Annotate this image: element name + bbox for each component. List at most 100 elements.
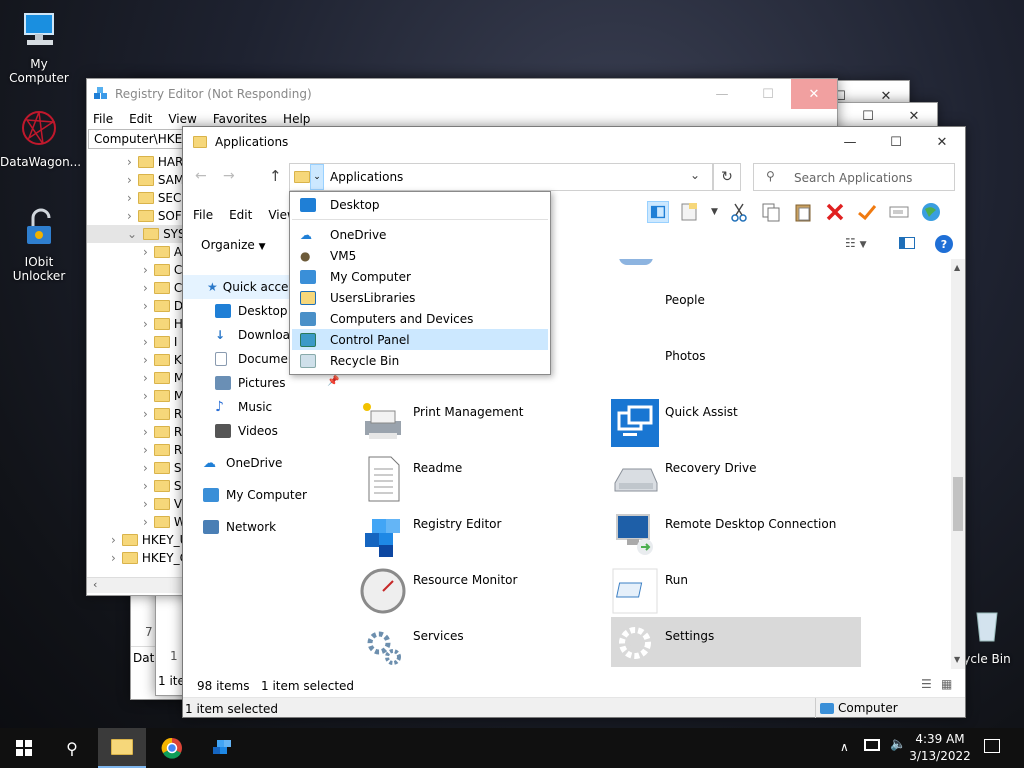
nav-item-music[interactable]: ♪ Music bbox=[183, 395, 359, 419]
search-box[interactable]: ⚲ Search Applications bbox=[753, 163, 955, 191]
desktop-icon-iobit-unlocker[interactable]: IObit Unlocker bbox=[0, 208, 78, 283]
nav-item-onedrive[interactable]: ☁ OneDrive bbox=[183, 451, 359, 475]
chevron-up-icon[interactable]: ∧ bbox=[840, 740, 849, 754]
change-view-icon[interactable]: ☷ ▼ bbox=[845, 236, 867, 250]
address-dropdown-menu[interactable]: Desktop ☁ OneDrive ● VM5 My Computer Users… bbox=[289, 191, 551, 375]
address-dropdown-button[interactable]: ⌄ bbox=[310, 164, 324, 190]
copy-icon[interactable] bbox=[760, 201, 782, 223]
address-bar[interactable]: ⌄ Applications ⌄ bbox=[289, 163, 713, 191]
menu-edit[interactable]: Edit bbox=[221, 208, 260, 222]
checkmark-icon[interactable] bbox=[856, 201, 878, 223]
chevron-left-icon[interactable]: ‹ bbox=[93, 578, 97, 591]
nav-item-my-computer[interactable]: My Computer bbox=[183, 483, 359, 507]
start-button[interactable] bbox=[0, 728, 48, 768]
dropdown-item-recycle-bin[interactable]: Recycle Bin bbox=[292, 350, 548, 371]
organize-button[interactable]: Organize ▼ bbox=[201, 238, 266, 252]
pin-icon[interactable]: 📌 bbox=[327, 376, 339, 387]
tree-node[interactable]: › C bbox=[87, 261, 183, 279]
cut-icon[interactable] bbox=[728, 201, 750, 223]
details-view-icon[interactable]: ☰ bbox=[921, 677, 932, 691]
item-services[interactable]: Services bbox=[359, 623, 609, 667]
tree-node[interactable]: ›HKEY_C bbox=[87, 549, 183, 567]
maximize-icon[interactable]: ☐ bbox=[745, 79, 791, 109]
item-print-management[interactable]: Print Management bbox=[359, 399, 609, 451]
dropdown-item-vm5[interactable]: ● VM5 bbox=[292, 245, 548, 266]
network-icon[interactable] bbox=[864, 739, 880, 751]
explorer-window[interactable]: Applications — ☐ ✕ ← → ↑ ⌄ Applications … bbox=[182, 126, 966, 718]
refresh-button[interactable]: ↻ bbox=[713, 163, 741, 191]
item-photos[interactable]: Photos bbox=[611, 343, 861, 395]
menu-favorites[interactable]: Favorites bbox=[205, 112, 275, 126]
tree-node[interactable]: › S bbox=[87, 477, 183, 495]
chevron-up-icon[interactable]: ▲ bbox=[954, 263, 960, 272]
rename-icon[interactable] bbox=[888, 201, 910, 223]
horizontal-scrollbar[interactable]: ‹ bbox=[87, 577, 183, 593]
taskbar-search-button[interactable]: ⚲ bbox=[48, 728, 96, 768]
tree-node[interactable]: › HAR bbox=[87, 153, 183, 171]
clock[interactable]: 4:39 AM 3/13/2022 bbox=[908, 731, 972, 765]
tree-node[interactable]: › H bbox=[87, 315, 183, 333]
volume-icon[interactable]: 🔈 bbox=[890, 737, 906, 752]
item-recovery-drive[interactable]: Recovery Drive bbox=[611, 455, 861, 507]
tree-node[interactable]: ⌄SYST bbox=[87, 225, 183, 243]
desktop-icon-datawagon[interactable]: DataWagon... bbox=[0, 108, 81, 169]
menu-file[interactable]: File bbox=[185, 208, 221, 222]
dropdown-item-control-panel[interactable]: Control Panel bbox=[292, 329, 548, 350]
vertical-scrollbar[interactable]: ▲ ▼ bbox=[951, 259, 965, 669]
tree-node[interactable]: › C bbox=[87, 279, 183, 297]
taskbar-chrome[interactable] bbox=[148, 728, 196, 768]
item-resource-monitor[interactable]: Resource Monitor bbox=[359, 567, 609, 619]
chevron-down-icon[interactable]: ▼ bbox=[711, 207, 718, 217]
dropdown-item-users-libraries[interactable]: UsersLibraries bbox=[292, 287, 548, 308]
desktop-icon-my-computer[interactable]: My Computer bbox=[0, 10, 78, 85]
help-icon[interactable]: ? bbox=[935, 235, 953, 253]
properties-icon[interactable] bbox=[679, 201, 701, 223]
preview-pane-toggle-icon[interactable] bbox=[899, 237, 915, 249]
tree-node[interactable]: › SEC bbox=[87, 189, 183, 207]
item-quick-assist[interactable]: Quick Assist bbox=[611, 399, 861, 451]
tree-node[interactable]: › R bbox=[87, 405, 183, 423]
tree-node[interactable]: › W bbox=[87, 513, 183, 531]
tree-node[interactable]: › D bbox=[87, 297, 183, 315]
menu-file[interactable]: File bbox=[93, 112, 121, 126]
tree-node[interactable]: › S bbox=[87, 459, 183, 477]
menu-help[interactable]: Help bbox=[275, 112, 318, 126]
delete-icon[interactable] bbox=[824, 201, 846, 223]
menu-view[interactable]: View bbox=[160, 112, 204, 126]
registry-tree[interactable]: ›HAR ›SAM ›SEC ›SOF ⌄SYST ›A ›C ›C ›D ›H… bbox=[87, 151, 183, 581]
dropdown-item-desktop[interactable]: Desktop bbox=[292, 194, 548, 215]
minimize-icon[interactable]: — bbox=[827, 127, 873, 157]
back-arrow-icon[interactable]: ← bbox=[195, 168, 207, 184]
tree-node[interactable]: › I bbox=[87, 333, 183, 351]
maximize-icon[interactable]: ☐ bbox=[873, 127, 919, 157]
item-registry-editor[interactable]: Registry Editor bbox=[359, 511, 609, 563]
tree-node[interactable]: › R bbox=[87, 423, 183, 441]
close-icon[interactable]: ✕ bbox=[919, 127, 965, 157]
dropdown-item-computers-and-devices[interactable]: Computers and Devices bbox=[292, 308, 548, 329]
item-remote-desktop-connection[interactable]: Remote Desktop Connection bbox=[611, 511, 861, 563]
forward-arrow-icon[interactable]: → bbox=[223, 168, 235, 184]
item-settings[interactable]: Settings bbox=[611, 617, 861, 667]
paste-icon[interactable] bbox=[792, 201, 814, 223]
nav-item-videos[interactable]: Videos bbox=[183, 419, 359, 443]
item-people[interactable]: People bbox=[611, 287, 861, 339]
dropdown-item-onedrive[interactable]: ☁ OneDrive bbox=[292, 224, 548, 245]
close-icon[interactable]: ✕ bbox=[791, 79, 837, 109]
taskbar-registry-editor[interactable] bbox=[198, 728, 246, 768]
tree-node[interactable]: › R bbox=[87, 441, 183, 459]
globe-icon[interactable] bbox=[920, 201, 942, 223]
tree-node[interactable]: › K bbox=[87, 351, 183, 369]
tree-node[interactable]: ›HKEY_U bbox=[87, 531, 183, 549]
tree-node[interactable]: › M bbox=[87, 369, 183, 387]
taskbar-file-explorer[interactable] bbox=[98, 728, 146, 768]
tree-node[interactable]: › A bbox=[87, 243, 183, 261]
chevron-down-icon[interactable]: ⌄ bbox=[690, 168, 700, 182]
tree-node[interactable]: › SAM bbox=[87, 171, 183, 189]
chevron-down-icon[interactable]: ▼ bbox=[954, 655, 960, 664]
minimize-icon[interactable]: — bbox=[699, 79, 745, 109]
nav-item-network[interactable]: Network bbox=[183, 515, 359, 539]
notification-icon[interactable] bbox=[984, 739, 1000, 753]
tree-node[interactable]: › V bbox=[87, 495, 183, 513]
scrollbar-thumb[interactable] bbox=[953, 477, 963, 531]
large-icons-view-icon[interactable]: ▦ bbox=[941, 677, 952, 691]
